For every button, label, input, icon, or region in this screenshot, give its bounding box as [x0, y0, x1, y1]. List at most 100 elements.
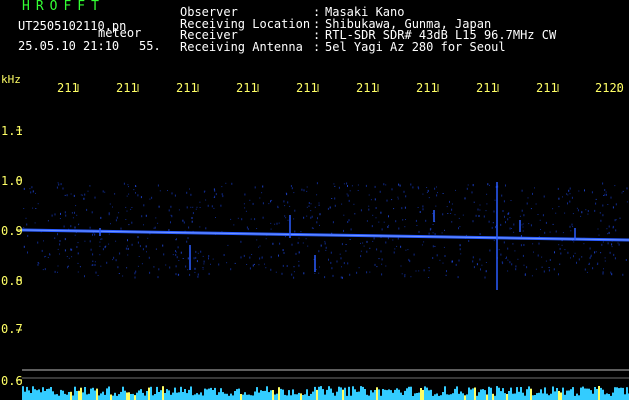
noise-speck [59, 240, 61, 242]
noise-speck [597, 262, 599, 265]
noise-speck [213, 207, 215, 209]
noise-speck [569, 193, 571, 195]
noise-speck [398, 227, 400, 230]
activity-bar [466, 394, 468, 400]
noise-speck [241, 218, 243, 221]
noise-speck [199, 201, 201, 203]
activity-bar [232, 395, 234, 400]
noise-speck [548, 269, 550, 272]
noise-speck [222, 195, 224, 198]
noise-speck [77, 252, 79, 254]
noise-speck [357, 190, 359, 191]
noise-speck [197, 275, 199, 278]
noise-speck [57, 182, 59, 184]
noise-speck [366, 271, 368, 274]
noise-speck [148, 256, 150, 259]
noise-speck [208, 255, 210, 257]
noise-speck [293, 271, 295, 273]
activity-bar [150, 386, 152, 400]
noise-speck [175, 250, 176, 252]
noise-speck [439, 259, 441, 261]
noise-speck [62, 187, 64, 190]
noise-speck [585, 209, 587, 211]
activity-bar [52, 391, 54, 400]
noise-speck [360, 250, 362, 252]
noise-speck [514, 250, 516, 252]
noise-speck [587, 213, 589, 215]
noise-speck [480, 268, 481, 271]
noise-speck [343, 262, 345, 265]
noise-speck [194, 267, 196, 270]
noise-speck [472, 184, 474, 187]
activity-bar [28, 390, 30, 400]
noise-speck [368, 205, 370, 207]
activity-bar [348, 386, 350, 400]
noise-speck [291, 243, 293, 246]
activity-bar [446, 394, 448, 400]
noise-speck [295, 252, 297, 255]
noise-speck [99, 241, 101, 243]
noise-speck [108, 213, 110, 216]
activity-bar [370, 390, 372, 400]
noise-speck [412, 186, 414, 189]
noise-speck [622, 273, 624, 276]
noise-speck [264, 263, 265, 265]
activity-bar [90, 388, 92, 400]
noise-speck [570, 230, 572, 232]
noise-speck [531, 275, 533, 277]
noise-speck [252, 264, 254, 267]
noise-speck [168, 209, 170, 212]
activity-bar [594, 387, 596, 400]
noise-speck [134, 276, 136, 279]
activity-bar [260, 390, 262, 400]
activity-bar [130, 394, 132, 400]
activity-bar [88, 393, 90, 400]
activity-bar [118, 394, 120, 400]
noise-speck [507, 247, 509, 250]
noise-speck [517, 258, 519, 260]
activity-bar [468, 387, 470, 400]
noise-speck [493, 240, 495, 242]
noise-speck [524, 273, 526, 275]
noise-speck [603, 268, 604, 270]
activity-bar [406, 388, 408, 400]
noise-speck [400, 265, 402, 267]
activity-bar [546, 393, 548, 400]
activity-bar [184, 389, 186, 400]
noise-speck [294, 209, 296, 212]
activity-bar [368, 395, 370, 400]
noise-speck [247, 228, 249, 231]
noise-speck [100, 238, 101, 240]
activity-bar [84, 387, 86, 400]
activity-bar [454, 388, 456, 400]
noise-speck [611, 246, 613, 248]
activity-bar [124, 390, 126, 400]
noise-speck [134, 272, 136, 275]
activity-bar [214, 387, 216, 400]
noise-speck [403, 190, 405, 193]
noise-speck [374, 185, 376, 188]
noise-speck [503, 241, 505, 244]
activity-bar [332, 392, 334, 400]
noise-speck [615, 219, 617, 221]
activity-bar [624, 394, 626, 400]
noise-speck [125, 206, 127, 208]
activity-bar [604, 394, 606, 400]
activity-bar [352, 386, 354, 400]
activity-bar [138, 390, 140, 400]
noise-speck [416, 225, 418, 226]
noise-speck [567, 194, 569, 196]
noise-speck [360, 209, 362, 212]
activity-bar [564, 394, 566, 400]
noise-speck [318, 250, 320, 253]
noise-speck [208, 257, 209, 260]
noise-speck [442, 193, 444, 194]
activity-bar [290, 395, 292, 400]
noise-speck [376, 248, 378, 251]
activity-bar [144, 395, 146, 400]
noise-speck [240, 240, 242, 243]
noise-speck [391, 199, 393, 201]
activity-bar [512, 393, 514, 400]
noise-speck [450, 213, 452, 214]
noise-speck [76, 246, 78, 248]
